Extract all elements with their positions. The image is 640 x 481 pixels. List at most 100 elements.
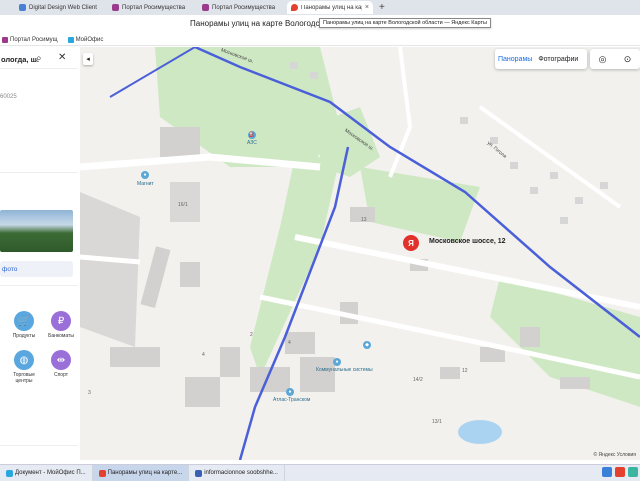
- collapse-panel-button[interactable]: ◂: [83, 53, 93, 65]
- category-label: Продукты: [12, 333, 36, 339]
- building: [140, 246, 171, 309]
- house: [575, 197, 583, 204]
- divider: [0, 172, 78, 173]
- poi-label-atlas: Атлас-Транском: [273, 397, 311, 403]
- category-label: Банкоматы: [48, 333, 74, 339]
- house: [530, 187, 538, 194]
- layer-switch: Панорамы Фотографии: [495, 49, 587, 69]
- taskbar-item-myoffice[interactable]: Документ - МойОфис П...: [0, 465, 93, 481]
- house: [310, 72, 318, 79]
- rosim-icon: [2, 36, 8, 43]
- rosim-icon: [202, 4, 209, 11]
- tab-label: Панорамы улиц на карте Вологодской обл: [301, 4, 362, 11]
- taskbar-label: informacionnoe soobshhe...: [204, 470, 278, 476]
- map-graphics: [80, 47, 640, 460]
- category-label: Торговые центры: [13, 372, 35, 384]
- house-number: 16/1: [178, 202, 188, 208]
- search-icon[interactable]: ⌕: [36, 53, 42, 64]
- map-copyright[interactable]: © Яндекс Условия: [593, 452, 636, 458]
- digital-design-icon: [19, 4, 26, 11]
- selected-place-marker[interactable]: Я: [403, 235, 419, 251]
- park-area: [360, 167, 480, 242]
- taskbar-label: Документ - МойОфис П...: [15, 470, 86, 476]
- house-number: 4: [202, 352, 205, 358]
- divider: [0, 445, 78, 446]
- postcode: 60025: [0, 94, 17, 100]
- house: [290, 62, 298, 69]
- pond: [458, 420, 502, 444]
- tab-rosim-2[interactable]: Портал Росимущества: [198, 1, 283, 14]
- category-label: Спорт: [53, 372, 69, 378]
- browser-tab-bar: Digital Design Web Client Портал Росимущ…: [0, 0, 640, 15]
- bookmark-rosim[interactable]: Портал Росимущ: [2, 36, 58, 43]
- new-tab-button[interactable]: +: [379, 2, 385, 13]
- close-icon[interactable]: ✕: [58, 52, 66, 63]
- company-icon[interactable]: ●: [286, 388, 294, 396]
- tab-photos[interactable]: Фотографии: [535, 56, 581, 63]
- shop-icon[interactable]: ●: [141, 171, 149, 179]
- map-pin-icon: [291, 4, 298, 11]
- taskbar-label: Панорамы улиц на карте...: [107, 470, 183, 476]
- panorama-photo[interactable]: [0, 210, 73, 252]
- category-atm[interactable]: ₽ Банкоматы: [44, 311, 78, 339]
- category-sport[interactable]: ⇹ Спорт: [44, 350, 78, 378]
- house-number: 13: [361, 217, 367, 223]
- gas-station-icon[interactable]: ⛽: [248, 131, 256, 139]
- building: [180, 262, 200, 287]
- tab-yandex-maps[interactable]: Панорамы улиц на карте Вологодской обл ×: [287, 1, 373, 14]
- house: [600, 182, 608, 189]
- tab-rosim-1[interactable]: Портал Росимущества: [108, 1, 193, 14]
- tab-label: Портал Росимущества: [122, 4, 186, 11]
- category-malls[interactable]: ◍ Торговые центры: [7, 350, 41, 384]
- building: [185, 377, 220, 407]
- poi-label-utilities: Коммунальные системы: [316, 367, 373, 373]
- house: [460, 117, 468, 124]
- layers-icon[interactable]: ◎: [599, 54, 607, 65]
- house: [560, 217, 568, 224]
- close-icon[interactable]: ×: [365, 4, 369, 11]
- tab-label: Digital Design Web Client: [29, 4, 97, 11]
- house-number: 14/2: [413, 377, 423, 383]
- myoffice-icon: [67, 36, 74, 43]
- bookmark-label: МойОфис: [75, 36, 104, 43]
- divider: [0, 285, 78, 286]
- house-number: 3: [88, 390, 91, 396]
- rosim-icon: [112, 4, 119, 11]
- basket-icon: 🛒: [14, 311, 34, 331]
- utility-icon[interactable]: ◆: [363, 341, 371, 349]
- taskbar-item-info[interactable]: informacionnoe soobshhe...: [189, 465, 285, 481]
- tray-icon[interactable]: [628, 467, 638, 477]
- pin-icon[interactable]: ⊙: [624, 54, 632, 65]
- house: [550, 172, 558, 179]
- bag-icon: ◍: [14, 350, 34, 370]
- page-title: Панорамы улиц на карте Вологодской: [190, 19, 332, 28]
- map-canvas[interactable]: ◂ Панорамы Фотографии ◎ ⊙ ⛽ АЗС ● Магнит…: [80, 47, 640, 460]
- side-panel: ологда, ш. ⌕ ✕ 60025 фото 🛒 Продукты ₽ Б…: [0, 47, 81, 460]
- poi-label-magnit: Магнит: [137, 181, 154, 187]
- house: [510, 162, 518, 169]
- bookmark-label: Портал Росимущ: [10, 36, 58, 43]
- search-field[interactable]: ологда, ш. ⌕ ✕: [0, 50, 78, 69]
- building: [160, 127, 200, 157]
- industrial-block: [80, 192, 140, 347]
- taskbar: Документ - МойОфис П... Панорамы улиц на…: [0, 464, 640, 481]
- system-tray: [602, 467, 638, 477]
- poi-label-azs: АЗС: [247, 140, 257, 146]
- building: [560, 377, 590, 389]
- building: [520, 327, 540, 347]
- tab-digital-design[interactable]: Digital Design Web Client: [15, 1, 105, 14]
- bookmark-myoffice[interactable]: МойОфис: [67, 36, 104, 43]
- tab-panoramas[interactable]: Панорамы: [495, 56, 535, 63]
- dumbbell-icon: ⇹: [51, 350, 71, 370]
- company-icon[interactable]: ●: [333, 358, 341, 366]
- photos-button[interactable]: фото: [0, 261, 73, 277]
- ruble-icon: ₽: [51, 311, 71, 331]
- category-products[interactable]: 🛒 Продукты: [7, 311, 41, 339]
- house-number: 4: [288, 340, 291, 346]
- taskbar-item-yandex-maps[interactable]: Панорамы улиц на карте...: [92, 465, 190, 481]
- map-controls: ◎ ⊙: [590, 49, 640, 69]
- tray-icon[interactable]: [615, 467, 625, 477]
- tray-icon[interactable]: [602, 467, 612, 477]
- selected-address-label: Московское шоссе, 12: [429, 238, 506, 245]
- building: [220, 347, 240, 377]
